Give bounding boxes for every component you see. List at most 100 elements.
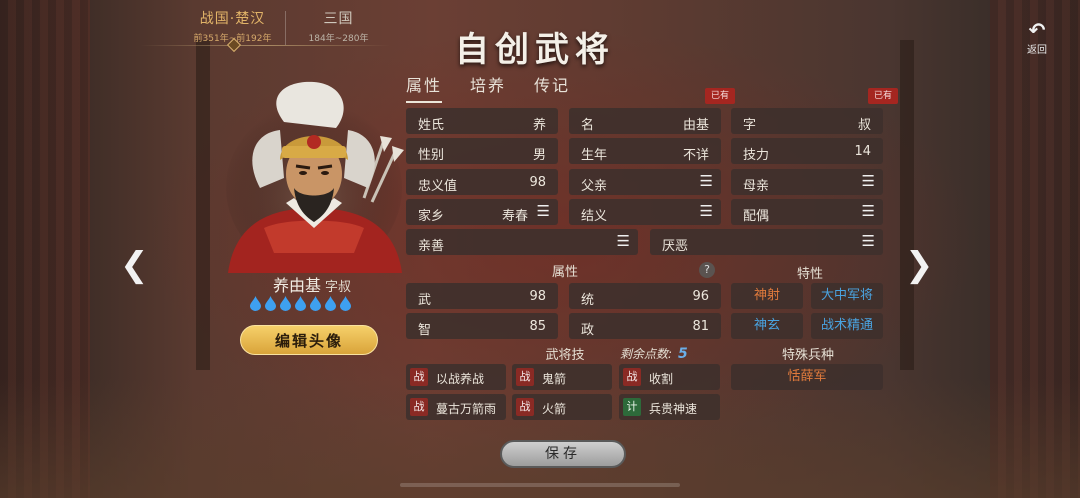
- sworn-field[interactable]: 结义 ☰: [569, 199, 721, 225]
- field-value: 男: [532, 148, 546, 163]
- scroll-indicator: [400, 483, 680, 487]
- gender-field[interactable]: 性别 男: [406, 138, 558, 164]
- attribute-politics[interactable]: 政 81: [569, 313, 721, 339]
- owned-badge: 已有: [705, 88, 735, 104]
- hometown-field[interactable]: 家乡 寿春 ☰: [406, 199, 558, 225]
- courtesy-name-field[interactable]: 字 叔: [731, 108, 883, 134]
- field-label: 厌恶: [662, 239, 689, 254]
- skill-name: 兵贵神速: [649, 402, 698, 416]
- trait-label: 神射: [753, 288, 780, 303]
- field-label: 武: [418, 293, 432, 308]
- help-icon[interactable]: ?: [699, 262, 715, 278]
- page-title: 自创武将: [455, 30, 615, 70]
- back-button[interactable]: ↶ 返回: [1018, 20, 1056, 56]
- menu-icon[interactable]: ☰: [537, 204, 550, 219]
- mother-field[interactable]: 母亲 ☰: [731, 169, 883, 195]
- next-hero-arrow-icon[interactable]: ❯: [905, 245, 934, 285]
- water-drop-icon: [340, 296, 351, 311]
- water-drop-icon: [280, 296, 291, 311]
- trait-item[interactable]: 神玄: [731, 313, 803, 339]
- field-label: 技力: [743, 148, 770, 163]
- background-pillar: [900, 40, 914, 370]
- skill-item[interactable]: 战 收割: [619, 364, 720, 390]
- skill-item[interactable]: 战 以战养战: [406, 364, 506, 390]
- water-drop-icon: [325, 296, 336, 311]
- attribute-command[interactable]: 统 96: [569, 283, 721, 309]
- loyalty-field[interactable]: 忠义值 98: [406, 169, 558, 195]
- return-arrow-icon: ↶: [1028, 18, 1046, 42]
- field-label: 政: [581, 323, 595, 338]
- field-label: 母亲: [743, 179, 770, 194]
- given-name-field[interactable]: 名 由基: [569, 108, 721, 134]
- remaining-points-value: 5: [678, 346, 688, 362]
- skill-item[interactable]: 战 蔓古万箭雨: [406, 394, 506, 420]
- trait-item[interactable]: 神射: [731, 283, 803, 309]
- skill-type-tag: 战: [516, 398, 534, 416]
- hero-name-line: 养由基 字叔: [232, 272, 392, 296]
- tab-attributes[interactable]: 属性: [406, 72, 443, 103]
- water-drop-icon: [250, 296, 261, 311]
- field-value: 叔: [857, 118, 871, 133]
- skill-item[interactable]: 计 兵贵神速: [619, 394, 720, 420]
- back-label: 返回: [1027, 45, 1047, 56]
- owned-badge: 已有: [868, 88, 898, 104]
- prev-hero-arrow-icon[interactable]: ❮: [120, 245, 149, 285]
- main-tabs: 属性 培养 传记: [406, 72, 570, 103]
- special-troop-header: 特殊兵种: [781, 348, 834, 363]
- skills-header: 武将技: [545, 348, 585, 363]
- menu-icon[interactable]: ☰: [862, 174, 875, 189]
- field-value: 81: [692, 319, 709, 334]
- attributes-header: 属性: [551, 265, 578, 280]
- field-label: 结义: [581, 209, 608, 224]
- special-troop-value: 恬薛军: [787, 369, 827, 384]
- hero-portrait: [226, 81, 404, 273]
- likes-field[interactable]: 亲善 ☰: [406, 229, 638, 255]
- spouse-field[interactable]: 配偶 ☰: [731, 199, 883, 225]
- period-name: 战国·楚汉: [199, 11, 266, 27]
- field-value: 养: [532, 118, 546, 133]
- dislikes-field[interactable]: 厌恶 ☰: [650, 229, 883, 255]
- period-range: 184年~280年: [308, 34, 369, 44]
- field-label: 性别: [418, 148, 445, 163]
- skill-name: 火箭: [542, 402, 567, 416]
- background-pillar: [196, 40, 210, 370]
- field-value: 96: [692, 289, 709, 304]
- birth-year-field[interactable]: 生年 不详: [569, 138, 721, 164]
- save-button[interactable]: 保存: [500, 440, 626, 468]
- skill-type-tag: 战: [623, 368, 641, 386]
- period-tab-three-kingdoms[interactable]: 三国 184年~280年: [286, 5, 391, 45]
- water-drop-icon: [295, 296, 306, 311]
- field-label: 生年: [581, 148, 608, 163]
- field-label: 亲善: [418, 239, 445, 254]
- traits-header: 特性: [796, 267, 823, 282]
- edit-avatar-button[interactable]: 编辑头像: [240, 325, 378, 355]
- skill-item[interactable]: 战 鬼箭: [512, 364, 612, 390]
- attribute-war[interactable]: 武 98: [406, 283, 558, 309]
- field-label: 智: [418, 323, 432, 338]
- tab-biography[interactable]: 传记: [534, 72, 570, 103]
- hero-courtesy-name: 字叔: [325, 280, 352, 295]
- tab-training[interactable]: 培养: [470, 72, 506, 103]
- skill-power-field[interactable]: 技力 14: [731, 138, 883, 164]
- field-label: 配偶: [743, 209, 770, 224]
- menu-icon[interactable]: ☰: [862, 204, 875, 219]
- field-value: 98: [529, 289, 546, 304]
- period-timeline: [140, 45, 390, 46]
- field-label: 名: [581, 118, 595, 133]
- menu-icon[interactable]: ☰: [617, 234, 630, 249]
- field-value: 由基: [682, 118, 709, 133]
- father-field[interactable]: 父亲 ☰: [569, 169, 721, 195]
- field-value: 98: [529, 175, 546, 190]
- menu-icon[interactable]: ☰: [700, 174, 713, 189]
- special-troop-field[interactable]: 恬薛军: [731, 364, 883, 390]
- trait-item[interactable]: 大中军将: [811, 283, 883, 309]
- surname-field[interactable]: 姓氏 养: [406, 108, 558, 134]
- skill-drops: [249, 296, 352, 311]
- menu-icon[interactable]: ☰: [700, 204, 713, 219]
- field-label: 忠义值: [418, 179, 458, 194]
- trait-item[interactable]: 战术精通: [811, 313, 883, 339]
- field-label: 家乡: [418, 209, 445, 224]
- menu-icon[interactable]: ☰: [862, 234, 875, 249]
- attribute-intellect[interactable]: 智 85: [406, 313, 558, 339]
- skill-item[interactable]: 战 火箭: [512, 394, 612, 420]
